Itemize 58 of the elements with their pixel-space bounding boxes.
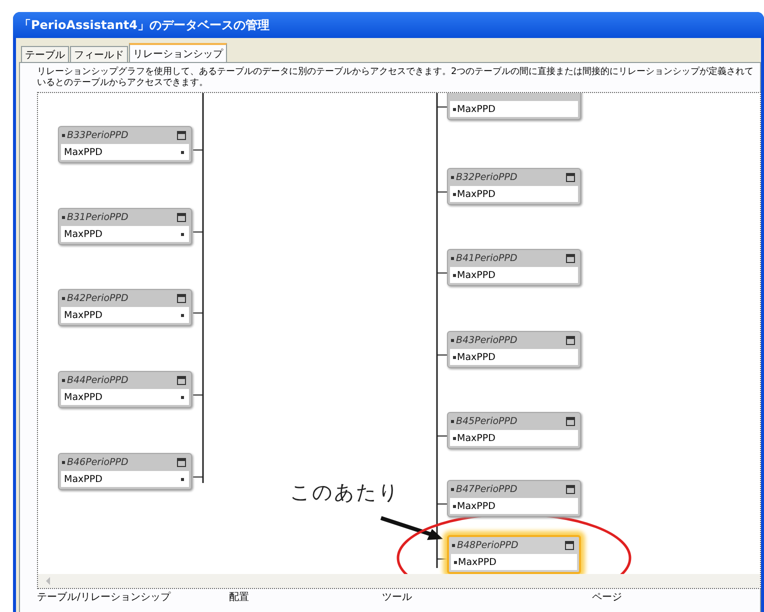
table-name: B46PerioPPD [67, 457, 130, 468]
collapse-icon[interactable] [177, 294, 186, 303]
table-name: B45PerioPPD [456, 416, 518, 427]
field-name: MaxPPD [457, 270, 496, 280]
field-name: MaxPPD [458, 556, 498, 568]
collapse-icon[interactable] [566, 417, 575, 426]
collapse-icon[interactable] [566, 336, 575, 345]
field-name: MaxPPD [457, 352, 496, 362]
table-card[interactable]: B45PerioPPD MaxPPD [447, 412, 581, 449]
table-name: B32PerioPPD [456, 172, 518, 183]
table-name: B48PerioPPD [457, 540, 520, 551]
collapse-icon[interactable] [177, 213, 186, 222]
table-name: B41PerioPPD [456, 253, 518, 264]
collapse-icon[interactable] [565, 541, 574, 550]
field-name: MaxPPD [64, 474, 104, 484]
window-title: 「PerioAssistant4」のデータベースの管理 [13, 12, 764, 38]
table-card[interactable]: B42PerioPPD MaxPPD [58, 289, 192, 326]
section-label: ツール [382, 591, 412, 604]
table-name: B31PerioPPD [67, 212, 130, 223]
field-name: MaxPPD [457, 188, 496, 200]
annotation-text: このあたり [290, 479, 400, 506]
table-card[interactable]: B46PerioPPD MaxPPD [58, 453, 192, 490]
table-card[interactable]: B32PerioPPD MaxPPD [447, 168, 581, 205]
table-name: B33PerioPPD [67, 130, 130, 141]
field-name: MaxPPD [64, 392, 104, 402]
table-card[interactable]: B47PerioPPD MaxPPD [447, 480, 581, 517]
table-name: B42PerioPPD [67, 293, 130, 304]
collapse-icon[interactable] [177, 458, 186, 467]
table-card[interactable]: B41PerioPPD MaxPPD [447, 249, 581, 286]
field-name: MaxPPD [64, 310, 104, 320]
table-card[interactable]: B33PerioPPD MaxPPD [58, 126, 192, 163]
table-name: B43PerioPPD [456, 335, 518, 346]
description-text: リレーションシップグラフを使用して、あるテーブルのデータに別のテーブルからアクセスできます。2つのテーブルの間に直接または間接的にリレーションシップが定義されているとのテーブルからアクセスできます。 [37, 67, 755, 89]
field-name: MaxPPD [457, 104, 496, 114]
collapse-icon[interactable] [177, 131, 186, 140]
collapse-icon[interactable] [566, 173, 575, 182]
collapse-icon[interactable] [566, 485, 575, 494]
collapse-icon[interactable] [566, 254, 575, 263]
table-card[interactable]: B31PerioPPD MaxPPD [58, 208, 192, 245]
horizontal-scrollbar[interactable] [38, 574, 760, 588]
section-label: ページ [592, 591, 622, 604]
field-name: MaxPPD [64, 146, 104, 158]
field-name: MaxPPD [457, 432, 496, 444]
tab[interactable]: テーブル [21, 46, 69, 62]
field-name: MaxPPD [64, 228, 104, 240]
field-name: MaxPPD [457, 500, 496, 512]
table-card[interactable]: B48PerioPPD MaxPPD [447, 535, 581, 574]
section-label: 配置 [229, 590, 249, 604]
section-label: テーブル/リレーションシップ [37, 590, 170, 604]
table-name: B47PerioPPD [456, 484, 518, 495]
table-card[interactable]: B43PerioPPD MaxPPD [447, 331, 581, 368]
table-card[interactable]: MaxPPD [447, 93, 581, 120]
arrow [380, 516, 443, 540]
table-name: B44PerioPPD [67, 375, 130, 386]
tab[interactable]: リレーションシップ [129, 43, 227, 62]
tab[interactable]: フィールド [70, 46, 128, 62]
collapse-icon[interactable] [177, 376, 186, 385]
table-card[interactable]: B44PerioPPD MaxPPD [58, 371, 192, 408]
